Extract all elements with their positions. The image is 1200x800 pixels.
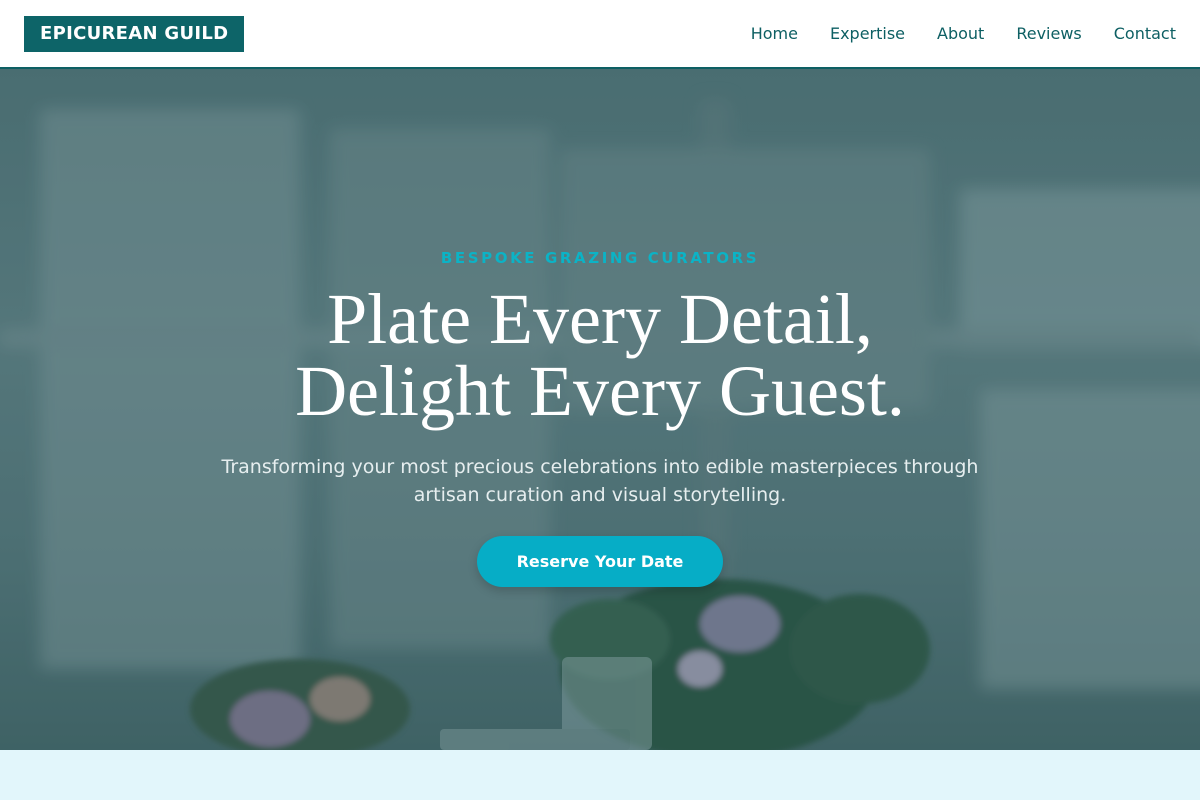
nav-link-contact[interactable]: Contact xyxy=(1114,24,1176,43)
nav-link-about[interactable]: About xyxy=(937,24,984,43)
nav-link-expertise[interactable]: Expertise xyxy=(830,24,905,43)
nav-link-reviews[interactable]: Reviews xyxy=(1016,24,1081,43)
main-nav: Home Expertise About Reviews Contact xyxy=(751,24,1176,43)
reserve-date-button[interactable]: Reserve Your Date xyxy=(477,536,723,587)
hero-eyebrow: BESPOKE GRAZING CURATORS xyxy=(440,249,760,267)
next-section xyxy=(0,750,1200,800)
site-header: EPICUREAN GUILD Home Expertise About Rev… xyxy=(0,0,1200,69)
brand-logo[interactable]: EPICUREAN GUILD xyxy=(24,15,245,52)
hero-headline-line-2: Delight Every Guest. xyxy=(295,351,905,431)
hero-subtitle: Transforming your most precious celebrat… xyxy=(221,456,979,506)
hero-section: BESPOKE GRAZING CURATORS Plate Every Det… xyxy=(0,69,1200,750)
hero-headline: Plate Every Detail, Delight Every Guest. xyxy=(0,283,1200,427)
hero-headline-line-1: Plate Every Detail, xyxy=(327,279,873,359)
nav-link-home[interactable]: Home xyxy=(751,24,798,43)
